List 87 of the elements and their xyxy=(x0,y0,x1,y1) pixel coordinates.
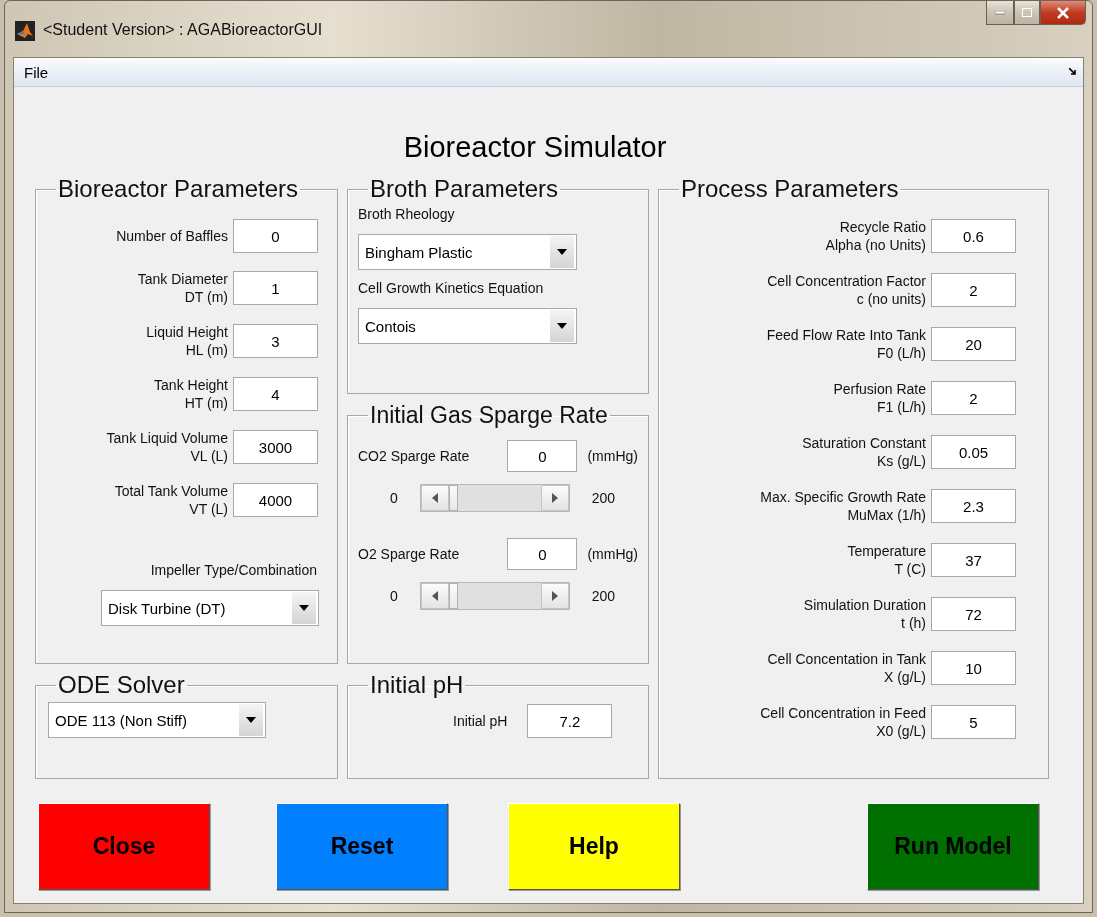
input-field[interactable]: 0.6 xyxy=(931,219,1016,253)
right-arrow-icon xyxy=(551,591,558,601)
panel-title: ODE Solver xyxy=(57,672,186,698)
panel-title: Initial pH xyxy=(369,672,465,698)
slider-min-label: 0 xyxy=(390,588,398,604)
field-label: Number of Baffles xyxy=(115,227,228,245)
field-label: Initial pH xyxy=(453,713,508,729)
scroll-right-button[interactable] xyxy=(540,485,569,511)
close-button[interactable] xyxy=(1040,1,1086,25)
dropdown[interactable]: Bingham Plastic xyxy=(358,234,577,270)
field-label: Liquid Height HL (m) xyxy=(145,323,228,359)
dropdown[interactable]: Contois xyxy=(358,308,577,344)
field-label: Max. Specific Growth Rate MuMax (1/h) xyxy=(759,488,926,524)
input-field[interactable]: 37 xyxy=(931,543,1016,577)
action-button[interactable]: Help xyxy=(508,803,680,890)
field-label: Total Tank Volume VT (L) xyxy=(113,482,228,518)
app-heading: Bioreactor Simulator xyxy=(402,131,668,164)
window-title: <Student Version> : AGABioreactorGUI xyxy=(43,21,323,39)
field-label: Saturation Constant Ks (g/L) xyxy=(801,434,926,470)
field-label: Tank Liquid Volume VL (L) xyxy=(105,429,228,465)
input-field[interactable]: 3 xyxy=(233,324,318,358)
slider-thumb[interactable] xyxy=(448,583,458,609)
field-label: Recycle Ratio Alpha (no Units) xyxy=(824,218,926,254)
scroll-left-button[interactable] xyxy=(420,583,449,609)
close-icon xyxy=(1057,6,1069,19)
slider-max-label: 200 xyxy=(591,588,616,604)
unit-label: (mmHg) xyxy=(587,546,638,562)
menu-item[interactable]: File xyxy=(20,61,53,83)
field-label: Cell Concentation in Tank X (g/L) xyxy=(766,650,926,686)
left-arrow-icon xyxy=(431,591,438,601)
input-field[interactable]: 2 xyxy=(931,381,1016,415)
action-button[interactable]: Reset xyxy=(276,803,448,890)
minimize-icon xyxy=(995,10,1005,15)
toolbar-toggle-icon[interactable] xyxy=(1069,68,1077,76)
field-label: Simulation Duration t (h) xyxy=(802,596,926,632)
dropdown-caret-icon xyxy=(557,249,567,255)
dropdown-label: Cell Growth Kinetics Equation xyxy=(358,280,545,296)
input-field[interactable]: 5 xyxy=(931,705,1016,739)
left-arrow-icon xyxy=(431,493,438,503)
panel-title: Broth Parameters xyxy=(369,176,560,202)
field-label: Cell Concentration in Feed X0 (g/L) xyxy=(759,704,926,740)
action-button[interactable]: Close xyxy=(38,803,210,890)
field-label: Tank Diameter DT (m) xyxy=(136,270,228,306)
slider[interactable] xyxy=(419,484,570,512)
dropdown[interactable]: ODE 113 (Non Stiff) xyxy=(48,702,266,738)
slider-thumb[interactable] xyxy=(448,485,458,511)
input-field[interactable]: 0 xyxy=(507,538,578,570)
right-arrow-icon xyxy=(551,493,558,503)
field-label: Feed Flow Rate Into Tank F0 (L/h) xyxy=(765,326,926,362)
input-field[interactable]: 4000 xyxy=(233,483,318,517)
input-field[interactable]: 7.2 xyxy=(527,704,613,738)
rate-label: O2 Sparge Rate xyxy=(358,546,460,562)
input-field[interactable]: 0.05 xyxy=(931,435,1016,469)
scroll-right-button[interactable] xyxy=(540,583,569,609)
input-field[interactable]: 1 xyxy=(233,271,318,305)
input-field[interactable]: 3000 xyxy=(233,430,318,464)
input-field[interactable]: 2.3 xyxy=(931,489,1016,523)
maximize-icon xyxy=(1022,8,1032,17)
input-field[interactable]: 4 xyxy=(233,377,318,411)
input-field[interactable]: 0 xyxy=(507,440,578,472)
maximize-button[interactable] xyxy=(1014,1,1040,25)
slider-min-label: 0 xyxy=(390,490,398,506)
unit-label: (mmHg) xyxy=(587,448,638,464)
dropdown-caret-icon xyxy=(299,605,309,611)
dropdown-caret-icon xyxy=(246,717,256,723)
input-field[interactable]: 10 xyxy=(931,651,1016,685)
app-logo-icon xyxy=(15,21,35,41)
input-field[interactable]: 2 xyxy=(931,273,1016,307)
field-label: Cell Concentration Factor c (no units) xyxy=(766,272,926,308)
dropdown-label: Broth Rheology xyxy=(358,206,456,222)
field-label: Perfusion Rate F1 (L/h) xyxy=(832,380,926,416)
dropdown[interactable]: Disk Turbine (DT) xyxy=(101,590,319,626)
field-label: Temperature T (C) xyxy=(846,542,926,578)
scroll-left-button[interactable] xyxy=(420,485,449,511)
input-field[interactable]: 0 xyxy=(233,219,318,253)
minimize-button[interactable] xyxy=(986,1,1014,25)
dropdown-caret-icon xyxy=(557,323,567,329)
slider-max-label: 200 xyxy=(591,490,616,506)
input-field[interactable]: 20 xyxy=(931,327,1016,361)
rate-label: CO2 Sparge Rate xyxy=(358,448,470,464)
field-label: Tank Height HT (m) xyxy=(153,376,228,412)
input-field[interactable]: 72 xyxy=(931,597,1016,631)
dropdown-label: Impeller Type/Combination xyxy=(149,562,318,578)
slider[interactable] xyxy=(419,582,570,610)
panel-title: Initial Gas Sparge Rate xyxy=(369,402,609,428)
panel-title: Process Parameters xyxy=(680,176,900,202)
panel-title: Bioreactor Parameters xyxy=(57,176,300,202)
